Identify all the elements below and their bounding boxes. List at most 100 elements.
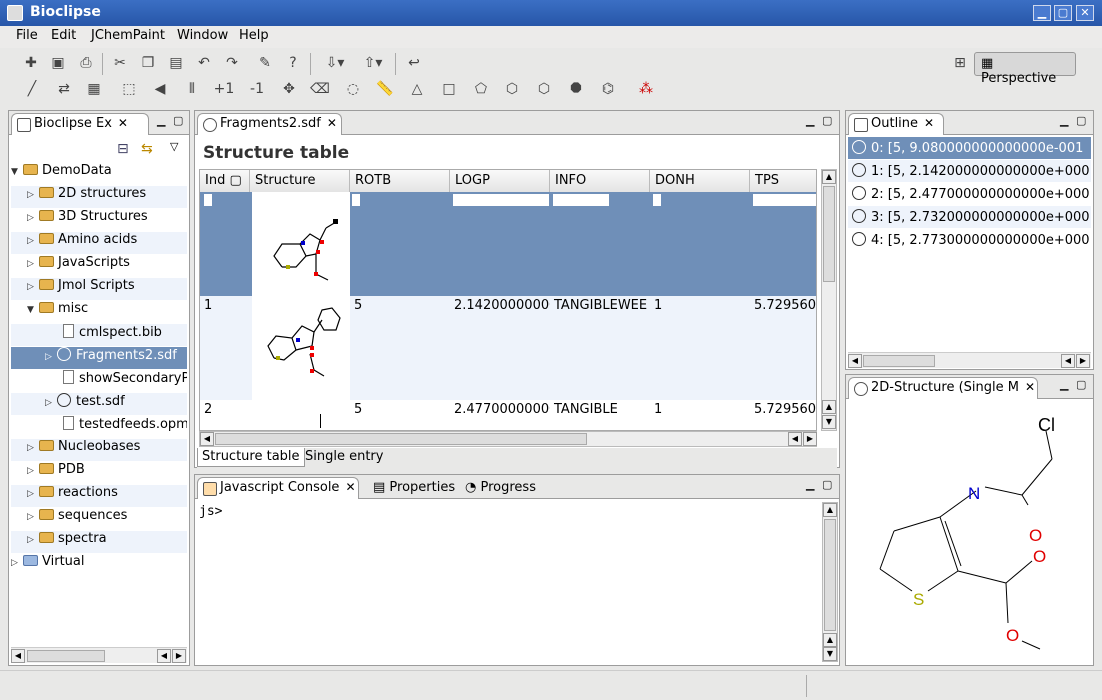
expand-icon[interactable]: ▷ <box>27 282 39 292</box>
scroll-left-icon[interactable]: ◀ <box>1061 354 1075 368</box>
menu-file[interactable]: File <box>16 28 38 43</box>
benzene-ring-icon[interactable]: ⌬ <box>596 78 620 102</box>
menu-window[interactable]: Window <box>177 28 228 43</box>
tree-item-showsecondary[interactable]: showSecondaryP <box>11 370 187 392</box>
molecule-3d-icon[interactable]: ⁂ <box>634 78 658 102</box>
progress-tab[interactable]: ◔ Progress <box>465 480 536 495</box>
minimize-view-icon[interactable]: ▁ <box>806 114 814 127</box>
heptagon-ring-icon[interactable]: ⬡ <box>532 78 556 102</box>
tree-item-testedfeeds[interactable]: testedfeeds.opm <box>11 416 187 438</box>
tree-item-jmol-scripts[interactable]: ▷ Jmol Scripts <box>11 278 187 300</box>
scroll-up-icon[interactable]: ▲ <box>822 400 836 414</box>
move-tool-icon[interactable]: ✥ <box>277 78 301 102</box>
table-row[interactable]: 2 5 2.4770000000C TANGIBLE 1 5.729560 <box>200 400 816 430</box>
maximize-view-icon[interactable]: ▢ <box>822 114 832 127</box>
perspective-button[interactable]: ▦ Perspective <box>974 52 1076 86</box>
tree-item-misc[interactable]: ▼ misc <box>11 301 187 323</box>
expand-icon[interactable]: ▷ <box>27 443 39 453</box>
tree-item-3d-structures[interactable]: ▷ 3D Structures <box>11 209 187 231</box>
expand-icon[interactable]: ▷ <box>27 213 39 223</box>
outline-tab[interactable]: Outline ✕ <box>848 113 944 135</box>
scroll-thumb[interactable] <box>823 186 835 282</box>
tree-item-amino-acids[interactable]: ▷ Amino acids <box>11 232 187 254</box>
minimize-button[interactable]: ▁ <box>1033 5 1051 21</box>
column-header-info[interactable]: INFO <box>550 170 650 192</box>
paste-icon[interactable]: ▤ <box>164 52 188 76</box>
column-header-rotb[interactable]: ROTB <box>350 170 450 192</box>
javascript-console-tab[interactable]: Javascript Console ✕ <box>197 477 359 499</box>
maximize-view-icon[interactable]: ▢ <box>1076 114 1086 127</box>
menu-jchempaint[interactable]: JChemPaint <box>91 28 165 43</box>
expand-icon[interactable]: ▷ <box>27 466 39 476</box>
expand-icon[interactable]: ▷ <box>45 398 57 408</box>
properties-tab[interactable]: ▤ Properties <box>373 480 455 495</box>
import-dropdown-icon[interactable]: ⇩▾ <box>318 52 352 76</box>
console-output[interactable]: js> <box>197 502 821 662</box>
minimize-view-icon[interactable]: ▁ <box>806 478 814 491</box>
close-tab-icon[interactable]: ✕ <box>118 116 128 130</box>
tree-item-demodata[interactable]: ▼ DemoData <box>11 163 187 185</box>
close-tab-icon[interactable]: ✕ <box>345 480 355 494</box>
menu-help[interactable]: Help <box>239 28 269 43</box>
outline-row[interactable]: 1: [5, 2.142000000000000e+000 <box>848 160 1091 182</box>
row-editor-logp[interactable] <box>453 194 549 206</box>
table-row[interactable]: 1 5 2.1420000000C TANGIBLEWEE 1 5.729560 <box>200 296 816 400</box>
tree-item-virtual[interactable]: ▷ Virtual <box>11 554 187 576</box>
new-icon[interactable]: ✚ <box>19 52 43 76</box>
table-vscrollbar[interactable]: ▲ ▲ ▼ <box>821 169 837 431</box>
hash-tool-icon[interactable]: ⦀ <box>180 78 204 102</box>
console-vscrollbar[interactable]: ▲ ▲ ▼ <box>822 502 838 662</box>
outline-row[interactable]: 3: [5, 2.732000000000000e+000 <box>848 206 1091 228</box>
expand-icon[interactable]: ▷ <box>27 535 39 545</box>
column-header-logp[interactable]: LOGP <box>450 170 550 192</box>
bond-tool-icon[interactable]: ╱ <box>20 78 44 102</box>
undo-icon[interactable]: ↶ <box>192 52 216 76</box>
link-editor-icon[interactable]: ⇆ <box>141 141 153 157</box>
tree-item-fragments2[interactable]: ▷ Fragments2.sdf <box>11 347 187 369</box>
close-tab-icon[interactable]: ✕ <box>327 116 337 130</box>
scroll-thumb[interactable] <box>824 519 836 631</box>
view-menu-icon[interactable]: ▽ <box>170 140 178 153</box>
charge-minus-button[interactable]: -1 <box>245 78 269 102</box>
minimize-view-icon[interactable]: ▁ <box>157 114 165 127</box>
row-editor-index[interactable] <box>204 194 212 206</box>
eraser-tool-icon[interactable]: ⌫ <box>308 78 332 102</box>
structure-2d-canvas[interactable]: Cl N O O S O <box>848 401 1091 663</box>
wedge-tool-icon[interactable]: ◀ <box>148 78 172 102</box>
tree-item-cmlspect[interactable]: cmlspect.bib <box>11 324 187 346</box>
close-window-button[interactable]: ✕ <box>1076 5 1094 21</box>
outline-row[interactable]: 2: [5, 2.477000000000000e+000 <box>848 183 1091 205</box>
cut-icon[interactable]: ✂ <box>108 52 132 76</box>
chain-tool-icon[interactable]: ⇄ <box>52 78 76 102</box>
element-tool-icon[interactable]: ▦ <box>82 78 106 102</box>
expand-icon[interactable]: ▷ <box>27 190 39 200</box>
close-tab-icon[interactable]: ✕ <box>1025 380 1035 394</box>
scroll-down-icon[interactable]: ▼ <box>823 647 837 661</box>
scroll-right-icon[interactable]: ▶ <box>172 649 186 663</box>
copy-icon[interactable]: ❐ <box>136 52 160 76</box>
expand-icon[interactable]: ▷ <box>27 259 39 269</box>
checkbox-icon[interactable]: ▢ <box>229 173 241 188</box>
fragments2-tab[interactable]: Fragments2.sdf ✕ <box>197 113 342 135</box>
scroll-thumb[interactable] <box>863 355 935 367</box>
scroll-up-icon[interactable]: ▲ <box>822 170 836 184</box>
navigator-hscrollbar[interactable]: ◀ ◀ ▶ <box>11 647 187 663</box>
export-dropdown-icon[interactable]: ⇧▾ <box>356 52 390 76</box>
tree-item-sequences[interactable]: ▷ sequences <box>11 508 187 530</box>
tree-item-2d-structures[interactable]: ▷ 2D structures <box>11 186 187 208</box>
back-icon[interactable]: ↩ <box>402 52 426 76</box>
print-icon[interactable]: ⎙ <box>74 52 98 76</box>
scroll-thumb[interactable] <box>215 433 587 445</box>
tree-item-reactions[interactable]: ▷ reactions <box>11 485 187 507</box>
help-icon[interactable]: ? <box>281 52 305 76</box>
square-ring-icon[interactable]: □ <box>437 78 461 102</box>
column-header-index[interactable]: Ind ▢ <box>200 170 250 192</box>
charge-plus-button[interactable]: +1 <box>212 78 236 102</box>
minimize-view-icon[interactable]: ▁ <box>1060 378 1068 391</box>
tree-item-spectra[interactable]: ▷ spectra <box>11 531 187 553</box>
minimize-view-icon[interactable]: ▁ <box>1060 114 1068 127</box>
outline-hscrollbar[interactable]: ◀ ◀ ▶ <box>848 352 1091 368</box>
octagon-ring-icon[interactable]: ⯃ <box>564 78 588 102</box>
maximize-button[interactable]: ▢ <box>1054 5 1072 21</box>
maximize-view-icon[interactable]: ▢ <box>1076 378 1086 391</box>
